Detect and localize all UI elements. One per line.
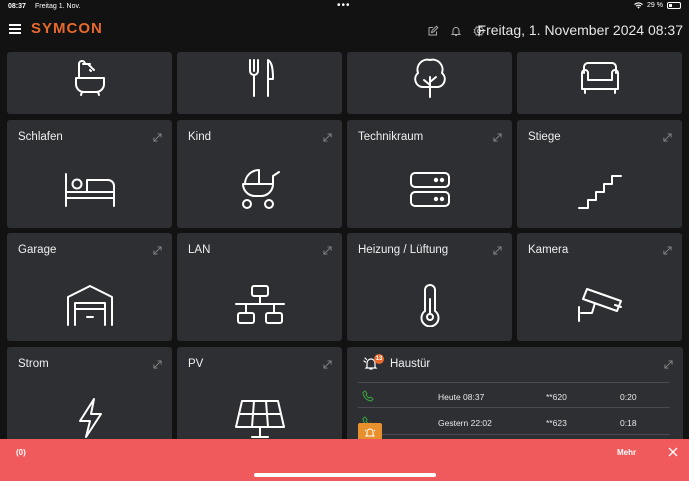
tile-lan[interactable]: LAN xyxy=(177,233,342,341)
stairs-icon xyxy=(577,175,622,209)
battery-percent: 29 % xyxy=(647,2,663,9)
wifi-icon xyxy=(634,2,643,9)
status-date: Freitag 1. Nov. xyxy=(35,3,81,10)
call-duration: 0:18 xyxy=(620,418,637,428)
bed-icon xyxy=(64,173,115,207)
cutlery-icon xyxy=(248,59,274,97)
alarm-bell-icon xyxy=(364,428,376,437)
tile-title-strom: Strom xyxy=(18,358,49,370)
tile-garage[interactable]: Garage xyxy=(7,233,172,341)
expand-icon[interactable] xyxy=(153,360,162,369)
tile-bathroom[interactable] xyxy=(7,52,172,114)
tile-garden[interactable] xyxy=(347,52,512,114)
tile-living-room[interactable] xyxy=(517,52,682,114)
status-bar: 08:37 Freitag 1. Nov. ••• 29 % xyxy=(0,0,689,14)
expand-icon[interactable] xyxy=(153,133,162,142)
phone-icon xyxy=(362,390,374,402)
baby-stroller-icon xyxy=(241,169,280,209)
tile-title-garage: Garage xyxy=(18,244,57,256)
tile-title-heizung: Heizung / Lüftung xyxy=(358,244,449,256)
call-number: **623 xyxy=(546,418,567,428)
expand-icon[interactable] xyxy=(323,246,332,255)
tree-icon xyxy=(413,58,446,98)
notification-count: (0) xyxy=(16,448,26,457)
edit-icon[interactable] xyxy=(427,25,439,37)
call-time: Heute 08:37 xyxy=(438,392,485,402)
expand-icon[interactable] xyxy=(663,246,672,255)
server-icon xyxy=(409,172,450,207)
thermometer-icon xyxy=(420,284,439,327)
tile-title-kind: Kind xyxy=(188,131,212,143)
expand-icon[interactable] xyxy=(664,360,673,369)
expand-icon[interactable] xyxy=(663,133,672,142)
battery-level xyxy=(669,4,672,7)
security-camera-icon xyxy=(577,288,622,322)
call-row[interactable]: Gestern 22:02 **623 0:18 xyxy=(358,409,670,435)
call-time: Gestern 22:02 xyxy=(438,418,492,428)
lightning-icon xyxy=(78,398,102,438)
tile-heizung-lueftung[interactable]: Heizung / Lüftung xyxy=(347,233,512,341)
tile-kamera[interactable]: Kamera xyxy=(517,233,682,341)
home-indicator[interactable] xyxy=(254,473,436,477)
bell-icon[interactable] xyxy=(450,25,462,37)
solar-panel-icon xyxy=(234,400,285,438)
notification-bar: (0) Mehr xyxy=(0,439,689,481)
header-date: Freitag, 1. November 2024 08:37 xyxy=(477,22,683,38)
tile-kind[interactable]: Kind xyxy=(177,120,342,228)
call-duration: 0:20 xyxy=(620,392,637,402)
tile-title-lan: LAN xyxy=(188,244,211,256)
garage-icon xyxy=(66,285,113,326)
app-header: SYMCON Freitag, 1. November 2024 08:37 xyxy=(0,14,689,46)
battery-icon xyxy=(667,2,681,9)
tile-technikraum[interactable]: Technikraum xyxy=(347,120,512,228)
door-intercom-panel[interactable]: 13 Haustür Heute 08:37 **620 0:20 Gester… xyxy=(347,347,683,447)
tile-kitchen[interactable] xyxy=(177,52,342,114)
tile-stiege[interactable]: Stiege xyxy=(517,120,682,228)
tile-title-technikraum: Technikraum xyxy=(358,131,424,143)
hamburger-menu-icon[interactable] xyxy=(9,24,21,34)
expand-icon[interactable] xyxy=(493,246,502,255)
status-time: 08:37 xyxy=(8,3,26,10)
tile-title-kamera: Kamera xyxy=(528,244,569,256)
call-row[interactable]: Heute 08:37 **620 0:20 xyxy=(358,382,670,408)
expand-icon[interactable] xyxy=(323,133,332,142)
missed-calls-badge: 13 xyxy=(374,354,384,364)
expand-icon[interactable] xyxy=(493,133,502,142)
tile-title-schlafen: Schlafen xyxy=(18,131,63,143)
tile-strom[interactable]: Strom xyxy=(7,347,172,447)
bathtub-icon xyxy=(74,60,105,96)
brand-logo: SYMCON xyxy=(31,20,103,37)
tile-title-stiege: Stiege xyxy=(528,131,561,143)
door-title: Haustür xyxy=(390,358,431,370)
tile-pv[interactable]: PV xyxy=(177,347,342,447)
tile-schlafen[interactable]: Schlafen xyxy=(7,120,172,228)
expand-icon[interactable] xyxy=(323,360,332,369)
more-button[interactable]: Mehr xyxy=(617,448,636,457)
status-right: 29 % xyxy=(634,2,681,9)
multitasking-dots-icon[interactable]: ••• xyxy=(337,0,351,11)
close-icon[interactable] xyxy=(668,447,678,457)
expand-icon[interactable] xyxy=(153,246,162,255)
tile-title-pv: PV xyxy=(188,358,204,370)
network-icon xyxy=(234,285,285,324)
call-number: **620 xyxy=(546,392,567,402)
sofa-icon xyxy=(580,62,619,94)
